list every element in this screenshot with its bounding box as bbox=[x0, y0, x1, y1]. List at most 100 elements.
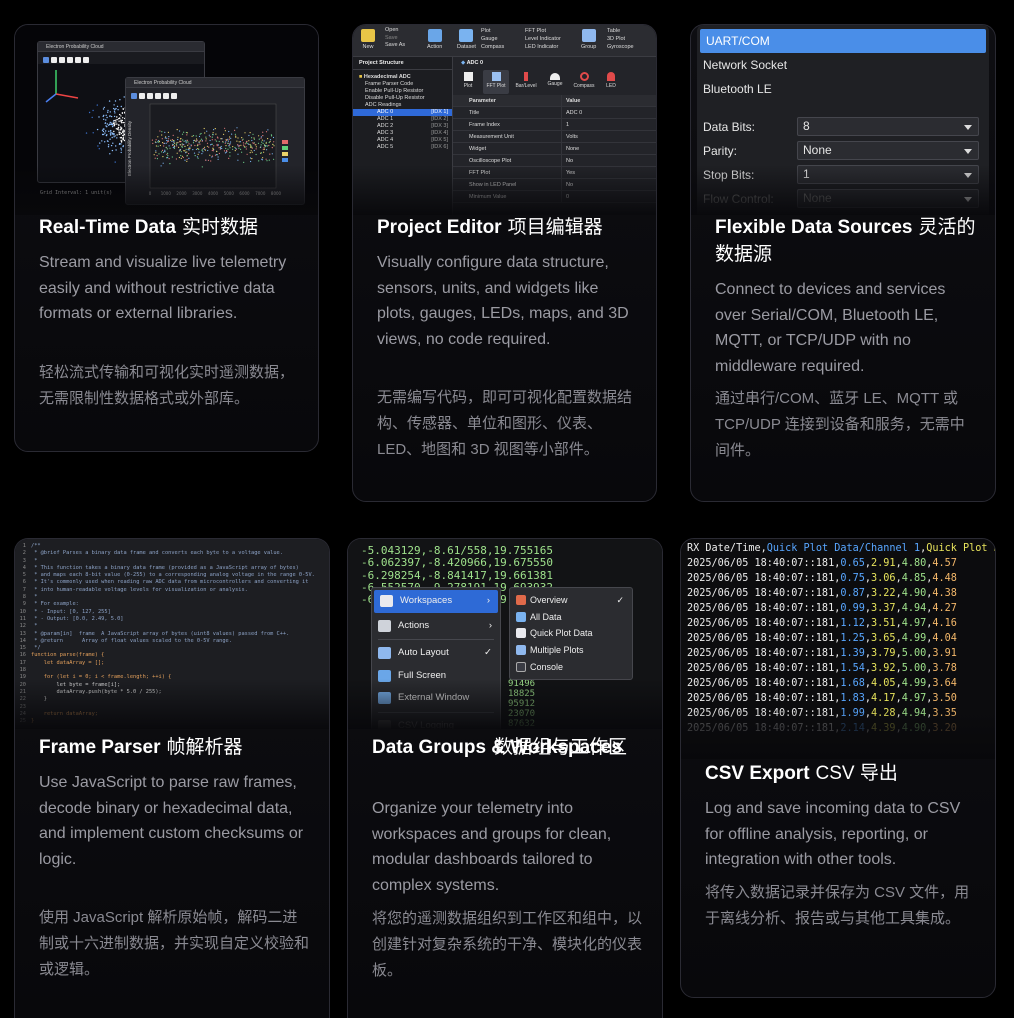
plot-point bbox=[153, 154, 155, 156]
plot-point bbox=[263, 148, 266, 150]
scatter-point bbox=[120, 128, 122, 130]
scatter-point bbox=[122, 117, 124, 119]
code-line: 5 * and maps each 8-bit value (0-255) to… bbox=[15, 572, 329, 579]
tree-item[interactable]: ADC 3 [IDX 4] bbox=[353, 130, 452, 137]
javascript-code-editor[interactable]: 1/** 2 * @brief Parses a binary data fram… bbox=[15, 539, 329, 729]
scatter-point bbox=[120, 147, 122, 149]
table-row[interactable]: Show in LED Panel No bbox=[453, 178, 656, 191]
table-row[interactable]: FFT Plot Yes bbox=[453, 166, 656, 179]
stop-bits-select[interactable]: 1 bbox=[797, 165, 979, 184]
menu-item-csv-logging[interactable]: CSV Logging bbox=[372, 715, 500, 729]
tree-item-group[interactable]: ADC Readings bbox=[353, 102, 452, 109]
toolbar-compass[interactable]: Compass bbox=[481, 43, 504, 51]
io-option-bluetooth[interactable]: Bluetooth LE bbox=[697, 77, 989, 101]
scatter-point bbox=[113, 122, 115, 124]
scatter-point bbox=[113, 107, 115, 110]
plot-point bbox=[225, 141, 227, 143]
csv-value: 1.54 bbox=[840, 663, 865, 674]
toolbar-plot[interactable]: Plot bbox=[481, 27, 504, 35]
data-bits-select[interactable]: 8 bbox=[797, 117, 979, 136]
plot-point bbox=[208, 146, 210, 148]
led-widget-button[interactable]: LED bbox=[601, 70, 621, 94]
table-row[interactable]: Widget None bbox=[453, 142, 656, 155]
scatter-point bbox=[118, 133, 120, 135]
plot-point bbox=[171, 144, 174, 146]
scatter-point bbox=[118, 124, 120, 126]
plot-widget-button[interactable]: Plot bbox=[457, 70, 479, 94]
table-row[interactable]: Frame Index 1 bbox=[453, 118, 656, 131]
toolbar-level-indicator[interactable]: Level Indicator bbox=[525, 35, 561, 43]
plot-point bbox=[262, 135, 264, 137]
tree-item[interactable]: ADC 2 [IDX 3] bbox=[353, 123, 452, 130]
menu-item-external-window[interactable]: External Window bbox=[372, 687, 500, 710]
param-value[interactable]: 0 bbox=[561, 190, 656, 203]
table-row[interactable]: Title ADC 0 bbox=[453, 106, 656, 119]
tree-item[interactable]: ADC 5 [IDX 6] bbox=[353, 144, 452, 151]
submenu-item-console[interactable]: Console bbox=[510, 659, 632, 676]
plot-point bbox=[165, 142, 167, 144]
code-line: 17 let dataArray = []; bbox=[15, 660, 329, 667]
table-row[interactable]: Measurement Unit Volts bbox=[453, 130, 656, 143]
toolbar-save[interactable]: Save bbox=[385, 35, 405, 43]
toolbar-dataset[interactable]: Dataset bbox=[457, 44, 476, 50]
plot-point bbox=[245, 146, 247, 148]
param-value[interactable]: No bbox=[561, 154, 656, 167]
io-option-uart[interactable]: UART/COM bbox=[700, 29, 986, 53]
submenu-item-overview[interactable]: Overview ✓ bbox=[510, 592, 632, 609]
toolbar-fft-plot[interactable]: FFT Plot bbox=[525, 27, 561, 35]
toolbar-gyroscope[interactable]: Gyroscope bbox=[607, 43, 634, 51]
plot-point bbox=[258, 138, 260, 140]
toolbar-new[interactable]: New bbox=[362, 44, 373, 50]
param-value[interactable]: No bbox=[561, 178, 656, 191]
table-row[interactable]: Minimum Value 0 bbox=[453, 190, 656, 203]
table-row[interactable]: Oscilloscope Plot No bbox=[453, 154, 656, 167]
toolbar-gauge[interactable]: Gauge bbox=[481, 35, 504, 43]
bar-level-widget-button[interactable]: Bar/Level bbox=[513, 70, 539, 94]
scatter-point bbox=[92, 109, 94, 112]
param-value[interactable]: Volts bbox=[561, 130, 656, 143]
plot-point bbox=[207, 149, 209, 152]
tree-item[interactable]: Disable Pull-Up Resistor bbox=[353, 95, 452, 102]
menu-item-actions[interactable]: Actions › bbox=[372, 615, 500, 638]
tree-item-root[interactable]: ■ Hexadecimal ADC bbox=[353, 74, 452, 81]
toolbar-led-indicator[interactable]: LED Indicator bbox=[525, 43, 561, 51]
compass-widget-button[interactable]: Compass bbox=[571, 70, 597, 94]
csv-value: 4.17 bbox=[871, 693, 896, 704]
code-line: 23 bbox=[15, 704, 329, 711]
plot-point bbox=[173, 146, 175, 148]
io-option-network[interactable]: Network Socket bbox=[697, 53, 989, 77]
param-value[interactable]: Yes bbox=[561, 166, 656, 179]
plot-point bbox=[272, 136, 275, 139]
plot-point bbox=[250, 146, 252, 148]
tree-item[interactable]: ADC 4 [IDX 5] bbox=[353, 137, 452, 144]
param-value[interactable]: ADC 0 bbox=[561, 106, 656, 119]
toolbar-action[interactable]: Action bbox=[427, 44, 442, 50]
toolbar-open[interactable]: Open bbox=[385, 27, 405, 35]
toolbar-group[interactable]: Group bbox=[581, 44, 596, 50]
toolbar-table[interactable]: Table bbox=[607, 27, 634, 35]
scatter-point bbox=[116, 116, 118, 118]
submenu-item-quick-plot-data[interactable]: Quick Plot Data bbox=[510, 625, 632, 642]
tree-item-selected[interactable]: ADC 0 [IDX 1] bbox=[353, 109, 452, 116]
tree-item[interactable]: Frame Parser Code bbox=[353, 81, 452, 88]
menu-item-workspaces[interactable]: Workspaces › bbox=[374, 590, 498, 613]
plot-point bbox=[198, 148, 200, 150]
scatter-point bbox=[120, 132, 123, 135]
plot-point bbox=[244, 146, 246, 148]
code-text: for (let i = 0; i < frame.length; ++i) { bbox=[31, 674, 172, 681]
submenu-item-all-data[interactable]: All Data bbox=[510, 609, 632, 626]
toolbar-save-as[interactable]: Save As bbox=[385, 42, 405, 50]
code-text: } bbox=[31, 718, 35, 725]
gauge-widget-button[interactable]: Gauge bbox=[543, 70, 567, 94]
parity-select[interactable]: None bbox=[797, 141, 979, 160]
menu-item-auto-layout[interactable]: Auto Layout ✓ bbox=[372, 642, 500, 665]
param-value[interactable]: None bbox=[561, 142, 656, 155]
param-value[interactable]: 1 bbox=[561, 118, 656, 131]
tree-item[interactable]: ADC 1 [IDX 2] bbox=[353, 116, 452, 123]
tree-item[interactable]: Enable Pull-Up Resistor bbox=[353, 88, 452, 95]
menu-item-full-screen[interactable]: Full Screen bbox=[372, 665, 500, 688]
toolbar-3d-plot[interactable]: 3D Plot bbox=[607, 35, 634, 43]
fft-plot-widget-button[interactable]: FFT Plot bbox=[483, 70, 509, 94]
flow-control-select[interactable]: None bbox=[797, 189, 979, 208]
submenu-item-multiple-plots[interactable]: Multiple Plots bbox=[510, 642, 632, 659]
